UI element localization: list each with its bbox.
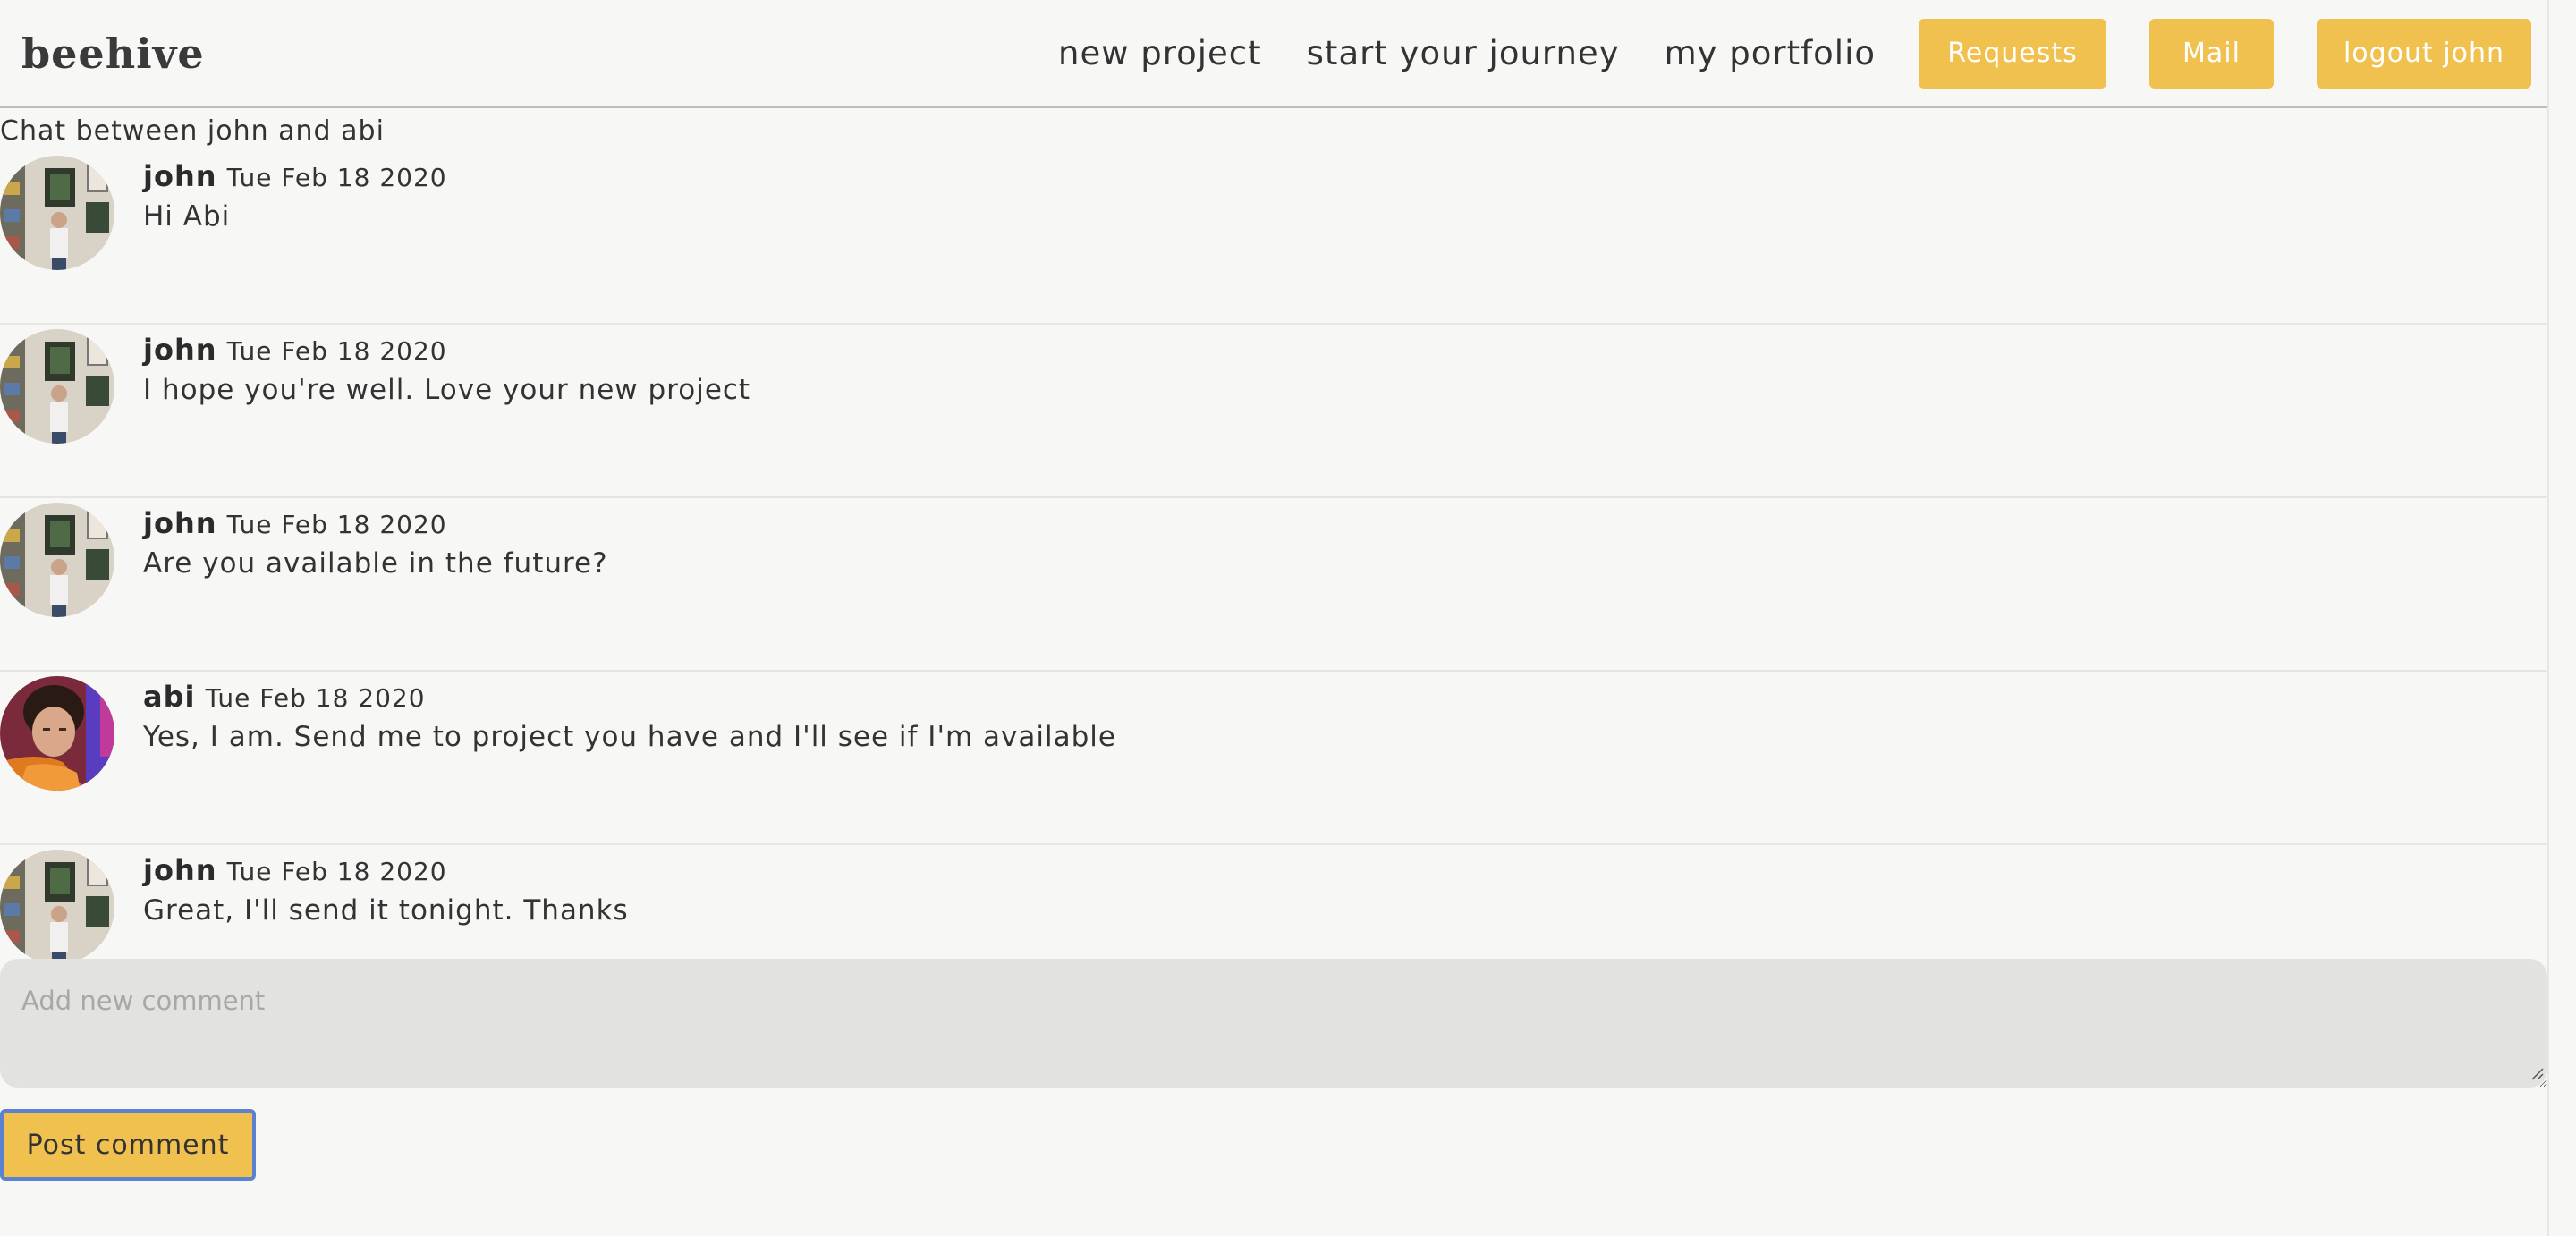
requests-button[interactable]: Requests: [1919, 18, 2106, 89]
page: beehive new project start your journey m…: [0, 0, 2547, 1236]
post-comment-button[interactable]: Post comment: [0, 1109, 256, 1181]
message-meta: john Tue Feb 18 2020: [143, 158, 447, 199]
message-text: I hope you're well. Love your new projec…: [143, 374, 751, 406]
resize-handle-icon[interactable]: [2529, 1066, 2544, 1080]
message-author: abi: [143, 680, 196, 714]
message-text: Hi Abi: [143, 200, 231, 233]
message-author: john: [143, 159, 217, 193]
message-item: john Tue Feb 18 2020 Hi Abi: [0, 151, 2547, 325]
avatar-john: [0, 156, 114, 270]
top-navbar: beehive new project start your journey m…: [0, 0, 2547, 108]
message-item: abi Tue Feb 18 2020 Yes, I am. Send me t…: [0, 672, 2547, 845]
message-meta: john Tue Feb 18 2020: [143, 332, 447, 373]
message-author: john: [143, 853, 217, 887]
nav-link-start-your-journey[interactable]: start your journey: [1307, 34, 1620, 72]
avatar-john: [0, 850, 114, 964]
message-meta: john Tue Feb 18 2020: [143, 852, 447, 893]
message-text: Yes, I am. Send me to project you have a…: [143, 721, 1116, 753]
message-author: john: [143, 333, 217, 367]
message-date: Tue Feb 18 2020: [226, 857, 447, 886]
message-date: Tue Feb 18 2020: [205, 683, 426, 713]
message-author: john: [143, 506, 217, 540]
message-meta: john Tue Feb 18 2020: [143, 505, 447, 546]
message-text: Great, I'll send it tonight. Thanks: [143, 894, 629, 927]
mail-button[interactable]: Mail: [2149, 18, 2274, 89]
logout-button[interactable]: logout john: [2317, 18, 2531, 89]
message-date: Tue Feb 18 2020: [226, 510, 447, 539]
avatar-john: [0, 329, 114, 444]
message-list: john Tue Feb 18 2020 Hi Abi john Tue Feb…: [0, 151, 2547, 979]
scrollbar[interactable]: [2547, 0, 2576, 1236]
avatar-abi: [0, 676, 114, 791]
nav-link-new-project[interactable]: new project: [1058, 34, 1262, 72]
nav-link-my-portfolio[interactable]: my portfolio: [1665, 34, 1876, 72]
message-meta: abi Tue Feb 18 2020: [143, 679, 426, 720]
logo[interactable]: beehive: [21, 30, 205, 78]
message-item: john Tue Feb 18 2020 I hope you're well.…: [0, 325, 2547, 498]
chat-title: Chat between john and abi: [0, 115, 385, 147]
nav-menu: new project start your journey my portfo…: [1058, 18, 2531, 89]
message-text: Are you available in the future?: [143, 547, 608, 580]
avatar-john: [0, 503, 114, 617]
comment-input[interactable]: [0, 959, 2547, 1088]
message-date: Tue Feb 18 2020: [226, 336, 447, 366]
message-date: Tue Feb 18 2020: [226, 163, 447, 192]
message-item: john Tue Feb 18 2020 Are you available i…: [0, 498, 2547, 672]
